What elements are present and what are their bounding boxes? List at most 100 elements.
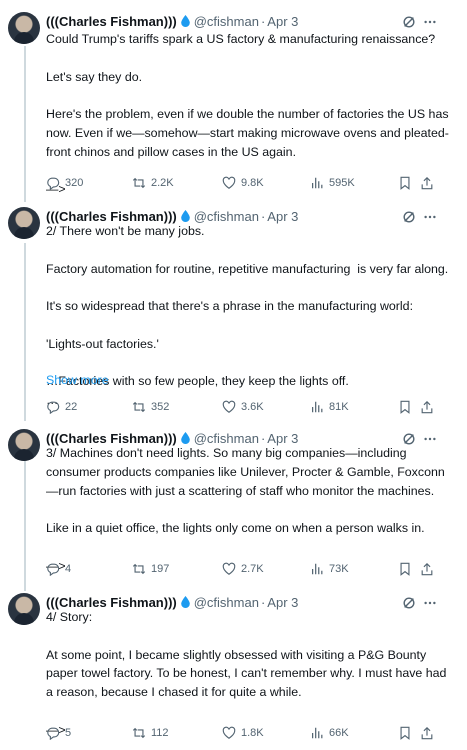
like-count: 3.6K <box>241 401 264 413</box>
reply-icon <box>47 401 60 414</box>
like-count: 1.8K <box>241 727 264 739</box>
share-icon <box>421 400 433 414</box>
repost-count: 2.2K <box>151 177 174 189</box>
views-button[interactable]: 595K <box>310 174 355 192</box>
share-button[interactable] <box>420 560 434 578</box>
bookmark-icon <box>400 176 410 190</box>
repost-button[interactable]: 352 <box>132 398 169 416</box>
like-button[interactable]: 3.6K <box>222 398 264 416</box>
views-count: 595K <box>329 177 355 189</box>
repost-count: 112 <box>151 727 169 739</box>
tweet-1[interactable]: (((Charles Fishman))) @cfishman · Apr 3 Cou… <box>0 12 467 197</box>
share-icon <box>421 562 433 576</box>
tweet-paragraph: Here's the problem, even if we double th… <box>46 107 452 159</box>
share-icon <box>421 176 433 190</box>
bookmark-button[interactable] <box>398 560 412 578</box>
share-button[interactable] <box>420 724 434 742</box>
repost-count: 197 <box>151 563 170 575</box>
views-count: 73K <box>329 563 349 575</box>
tweet-text: 4/ Story: At some point, I became slight… <box>46 608 456 740</box>
views-button[interactable]: 73K <box>310 560 349 578</box>
views-button[interactable]: 81K <box>310 398 349 416</box>
grok-icon[interactable] <box>402 15 416 29</box>
views-button[interactable]: 66K <box>310 724 349 742</box>
tweet-paragraph: At some point, I became slightly obsesse… <box>46 647 450 700</box>
reply-count: 320 <box>65 177 84 189</box>
views-count: 66K <box>329 727 349 739</box>
bookmark-icon <box>400 562 410 576</box>
repost-button[interactable]: 112 <box>132 724 169 742</box>
reply-button[interactable]: 4 <box>46 560 71 578</box>
share-icon <box>421 726 433 740</box>
author-name[interactable]: (((Charles Fishman))) <box>46 14 177 29</box>
repost-count: 352 <box>151 401 170 413</box>
tweet-paragraph: 'Lights-out factories.' <box>46 336 159 351</box>
water-drop-icon <box>180 210 190 222</box>
repost-icon <box>132 401 146 413</box>
tweet-actions: 4 197 2.7K 73K <box>46 560 446 578</box>
reply-count: 5 <box>65 727 72 739</box>
tweet-actions: 22 352 3.6K 81K <box>46 398 446 416</box>
tweet-text: 3/ Machines don't need lights. So many b… <box>46 444 456 576</box>
views-chart-icon <box>312 177 323 189</box>
water-drop-icon <box>180 432 190 444</box>
repost-icon <box>132 727 146 739</box>
views-count: 81K <box>329 401 349 413</box>
avatar[interactable] <box>8 429 40 461</box>
more-dots-icon[interactable] <box>423 15 437 29</box>
heart-icon <box>222 562 236 575</box>
like-count: 2.7K <box>241 563 264 575</box>
tweet-4[interactable]: (((Charles Fishman))) @cfishman · Apr 3 4/ … <box>0 593 467 745</box>
tweet-paragraph: 3/ Machines don't need lights. So many b… <box>46 446 445 498</box>
reply-icon <box>47 727 60 740</box>
tweet-paragraph: 4/ Story: <box>46 610 93 624</box>
avatar[interactable] <box>8 593 40 625</box>
views-chart-icon <box>312 563 323 575</box>
bookmark-button[interactable] <box>398 398 412 416</box>
views-chart-icon <box>312 401 323 413</box>
like-count: 9.8K <box>241 177 264 189</box>
bookmark-icon <box>400 726 410 740</box>
bookmark-button[interactable] <box>398 174 412 192</box>
like-button[interactable]: 9.8K <box>222 174 264 192</box>
tweet-actions: 320 2.2K 9.8K 595K <box>46 174 446 192</box>
heart-icon <box>222 726 236 739</box>
avatar[interactable] <box>8 12 40 44</box>
repost-button[interactable]: 2.2K <box>132 174 174 192</box>
separator-dot: · <box>260 14 266 29</box>
bookmark-button[interactable] <box>398 724 412 742</box>
reply-icon <box>47 177 60 190</box>
reply-button[interactable]: 22 <box>46 398 77 416</box>
like-button[interactable]: 1.8K <box>222 724 264 742</box>
like-button[interactable]: 2.7K <box>222 560 264 578</box>
tweet-paragraph: 2/ There won't be many jobs. <box>46 224 205 238</box>
reply-icon <box>47 563 60 576</box>
tweet-header: (((Charles Fishman))) @cfishman · Apr 3 <box>46 13 298 31</box>
tweet-paragraph: Let's say they do. <box>46 69 143 84</box>
water-drop-icon <box>180 596 190 608</box>
tweet-3[interactable]: (((Charles Fishman))) @cfishman · Apr 3 3/ … <box>0 429 467 579</box>
reply-button[interactable]: 320 <box>46 174 83 192</box>
share-button[interactable] <box>420 174 434 192</box>
repost-icon <box>132 177 146 189</box>
reply-count: 4 <box>65 563 72 575</box>
tweet-paragraph: Like in a quiet office, the lights only … <box>46 521 425 536</box>
bookmark-icon <box>400 400 410 414</box>
repost-icon <box>132 563 146 575</box>
show-more-link[interactable]: Show more <box>46 373 109 387</box>
reply-count: 22 <box>65 401 78 413</box>
share-button[interactable] <box>420 398 434 416</box>
tweet-date[interactable]: Apr 3 <box>267 14 298 29</box>
author-handle[interactable]: @cfishman <box>194 14 259 29</box>
avatar[interactable] <box>8 207 40 239</box>
water-drop-icon <box>180 15 190 27</box>
repost-button[interactable]: 197 <box>132 560 169 578</box>
heart-icon <box>222 176 236 189</box>
reply-button[interactable]: 5 <box>46 724 71 742</box>
tweet-paragraph: It's so widespread that there's a phrase… <box>46 299 414 314</box>
tweet-paragraph: Factory automation for routine, repetiti… <box>46 261 449 276</box>
tweet-2[interactable]: (((Charles Fishman))) @cfishman · Apr 3 2/ … <box>0 207 467 416</box>
views-chart-icon <box>312 727 323 739</box>
tweet-paragraph: Could Trump's tariffs spark a US factory… <box>46 32 436 46</box>
tweet-actions: 5 112 1.8K 66K <box>46 724 446 742</box>
